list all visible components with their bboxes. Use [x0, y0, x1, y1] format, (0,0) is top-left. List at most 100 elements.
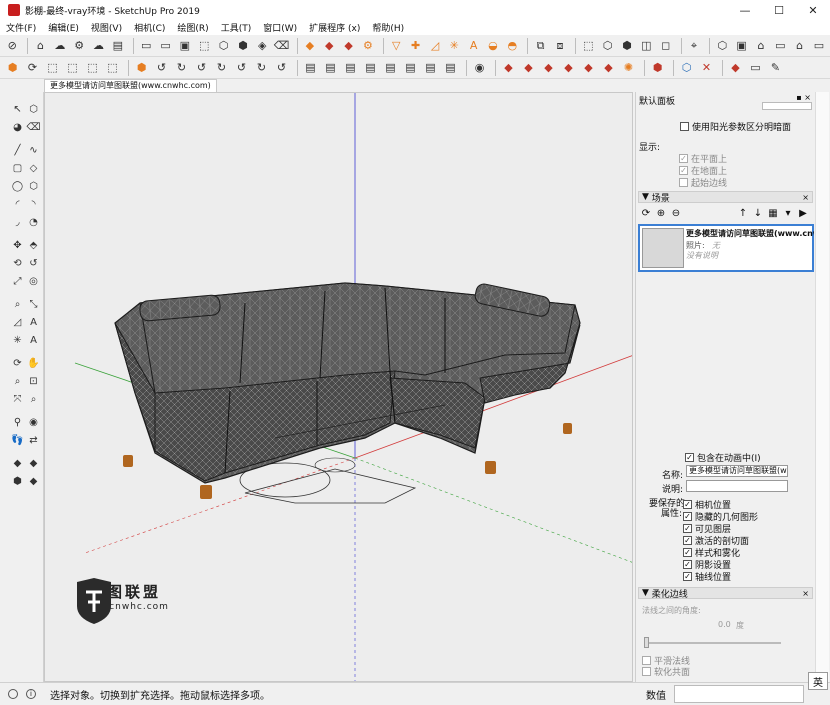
menu-file[interactable]: 文件(F): [6, 21, 36, 34]
protractor-icon[interactable]: ◿: [427, 37, 443, 54]
prop-checkbox[interactable]: ✓: [683, 512, 692, 521]
dimension-icon[interactable]: ▽: [388, 37, 404, 54]
tape-measure-icon[interactable]: ⌕: [10, 297, 25, 312]
plugin-icon[interactable]: ▤: [302, 59, 319, 76]
camera-icon[interactable]: ⌖: [686, 37, 702, 54]
maximize-button[interactable]: ☐: [762, 0, 796, 20]
arc-2pt-tool-icon[interactable]: ◝: [26, 197, 41, 212]
plugin-icon[interactable]: ▤: [382, 59, 399, 76]
prop-checkbox[interactable]: ✓: [683, 560, 692, 569]
window-icon[interactable]: ▭: [138, 37, 154, 54]
measurements-input[interactable]: [674, 685, 804, 703]
from-edges-option[interactable]: 起始边线: [679, 176, 727, 189]
prop-checkbox[interactable]: ✓: [683, 572, 692, 581]
sofa-model[interactable]: [114, 282, 581, 499]
shadow-value-field[interactable]: [762, 102, 812, 110]
soften-coplanar-option[interactable]: 软化共面: [642, 665, 690, 678]
plugin-icon[interactable]: ▤: [422, 59, 439, 76]
vray-icon[interactable]: ◆: [500, 59, 517, 76]
geo-location-icon[interactable]: [8, 689, 18, 699]
vray-icon[interactable]: ◆: [520, 59, 537, 76]
model-viewport[interactable]: 草图联盟 www.cnwhc.com: [44, 92, 633, 682]
axes-tool-icon[interactable]: ✳: [10, 333, 25, 348]
box-icon[interactable]: ⬢: [235, 37, 251, 54]
prop-option[interactable]: ✓ 轴线位置: [683, 570, 731, 583]
plugin-icon[interactable]: ↺: [233, 59, 250, 76]
scene-name-input[interactable]: 更多模型请访问草图联盟(ww: [686, 465, 788, 477]
soften-coplanar-checkbox[interactable]: [642, 667, 651, 676]
plugin-icon[interactable]: ↺: [153, 59, 170, 76]
shaded-icon[interactable]: ⬢: [619, 37, 635, 54]
plugin-icon[interactable]: ◆: [727, 59, 744, 76]
freehand-tool-icon[interactable]: ∿: [26, 143, 41, 158]
3d-text-icon[interactable]: A: [465, 37, 481, 54]
document-tab[interactable]: 更多模型请访问草图联盟(www.cnwhc.com): [44, 79, 217, 92]
pan-tool-icon[interactable]: ✋: [26, 356, 41, 371]
left-view-icon[interactable]: ▭: [811, 37, 827, 54]
vray-render-icon[interactable]: ⬢: [10, 474, 25, 489]
share-model-icon[interactable]: ☁: [52, 37, 68, 54]
plugin-icon[interactable]: ▤: [342, 59, 359, 76]
close-button[interactable]: ✕: [796, 0, 830, 20]
look-around-icon[interactable]: ◉: [26, 415, 41, 430]
section-plane-icon[interactable]: ⇄: [26, 433, 41, 448]
zoom-extents-icon[interactable]: ⤧: [10, 392, 25, 407]
cloud-icon[interactable]: ☁: [90, 37, 106, 54]
include-animation-checkbox[interactable]: ✓: [685, 453, 694, 462]
scenes-close-icon[interactable]: ×: [802, 193, 809, 202]
plugin-icon[interactable]: ⬢: [4, 59, 21, 76]
plugin-icon[interactable]: ▤: [322, 59, 339, 76]
window-icon[interactable]: ▭: [157, 37, 173, 54]
push-pull-tool-icon[interactable]: ⬘: [26, 238, 41, 253]
front-view-icon[interactable]: ⌂: [753, 37, 769, 54]
xray-icon[interactable]: ⧉: [532, 37, 548, 54]
prop-checkbox[interactable]: ✓: [683, 524, 692, 533]
on-faces-checkbox[interactable]: ✓: [679, 154, 688, 163]
vray-render-icon[interactable]: ◆: [26, 474, 41, 489]
component-icon[interactable]: ⬚: [196, 37, 212, 54]
plugin-icon[interactable]: ↺: [193, 59, 210, 76]
right-view-icon[interactable]: ▭: [772, 37, 788, 54]
monochrome-icon[interactable]: ◻: [657, 37, 673, 54]
axes-icon[interactable]: ✳: [446, 37, 462, 54]
3d-text-tool-icon[interactable]: A: [26, 333, 41, 348]
textured-icon[interactable]: ◫: [638, 37, 654, 54]
info-icon[interactable]: i: [26, 689, 36, 699]
arc-tool-icon[interactable]: ◜: [10, 197, 25, 212]
rotate-tool-icon[interactable]: ⟲: [10, 256, 25, 271]
top-view-icon[interactable]: ▣: [733, 37, 749, 54]
text-icon[interactable]: ✚: [407, 37, 423, 54]
circle-tool-icon[interactable]: ◯: [10, 179, 25, 194]
paint-bucket-icon[interactable]: ◕: [10, 120, 25, 135]
tray-pin-close[interactable]: ▪ ×: [796, 93, 811, 102]
back-edges-icon[interactable]: ⧈: [552, 37, 568, 54]
sandbox-icon[interactable]: ◆: [340, 37, 356, 54]
angle-slider-track[interactable]: [646, 642, 781, 644]
line-tool-icon[interactable]: ╱: [10, 143, 25, 158]
polygon-tool-icon[interactable]: ⬡: [26, 179, 41, 194]
plugin-icon[interactable]: ↻: [173, 59, 190, 76]
component-tool-icon[interactable]: ⬡: [26, 102, 41, 117]
image-icon[interactable]: ▣: [177, 37, 193, 54]
follow-me-tool-icon[interactable]: ↺: [26, 256, 41, 271]
menu-draw[interactable]: 绘图(R): [177, 21, 208, 34]
dimension-tool-icon[interactable]: ⤡: [26, 297, 41, 312]
plugin-icon[interactable]: ⬚: [104, 59, 121, 76]
scene-settings-icon[interactable]: ▶: [797, 207, 809, 219]
select-filter-icon[interactable]: ⊘: [4, 37, 20, 54]
rotated-rectangle-icon[interactable]: ◇: [26, 161, 41, 176]
menu-help[interactable]: 帮助(H): [372, 21, 404, 34]
vray-icon[interactable]: ◆: [540, 59, 557, 76]
vray-light-icon[interactable]: ◆: [10, 456, 25, 471]
use-sun-checkbox[interactable]: [680, 122, 689, 131]
menu-view[interactable]: 视图(V): [91, 21, 122, 34]
arc-3pt-tool-icon[interactable]: ◞: [10, 215, 25, 230]
plugin-icon[interactable]: ⬢: [133, 59, 150, 76]
light-icon[interactable]: ✺: [620, 59, 637, 76]
show-details-icon[interactable]: ▾: [782, 207, 794, 219]
soften-section-header[interactable]: ▼ 柔化边线 ×: [638, 587, 813, 600]
smooth-normals-checkbox[interactable]: [642, 656, 651, 665]
prop-checkbox[interactable]: ✓: [683, 548, 692, 557]
prop-checkbox[interactable]: ✓: [683, 536, 692, 545]
scale-tool-icon[interactable]: ⤢: [10, 274, 25, 289]
